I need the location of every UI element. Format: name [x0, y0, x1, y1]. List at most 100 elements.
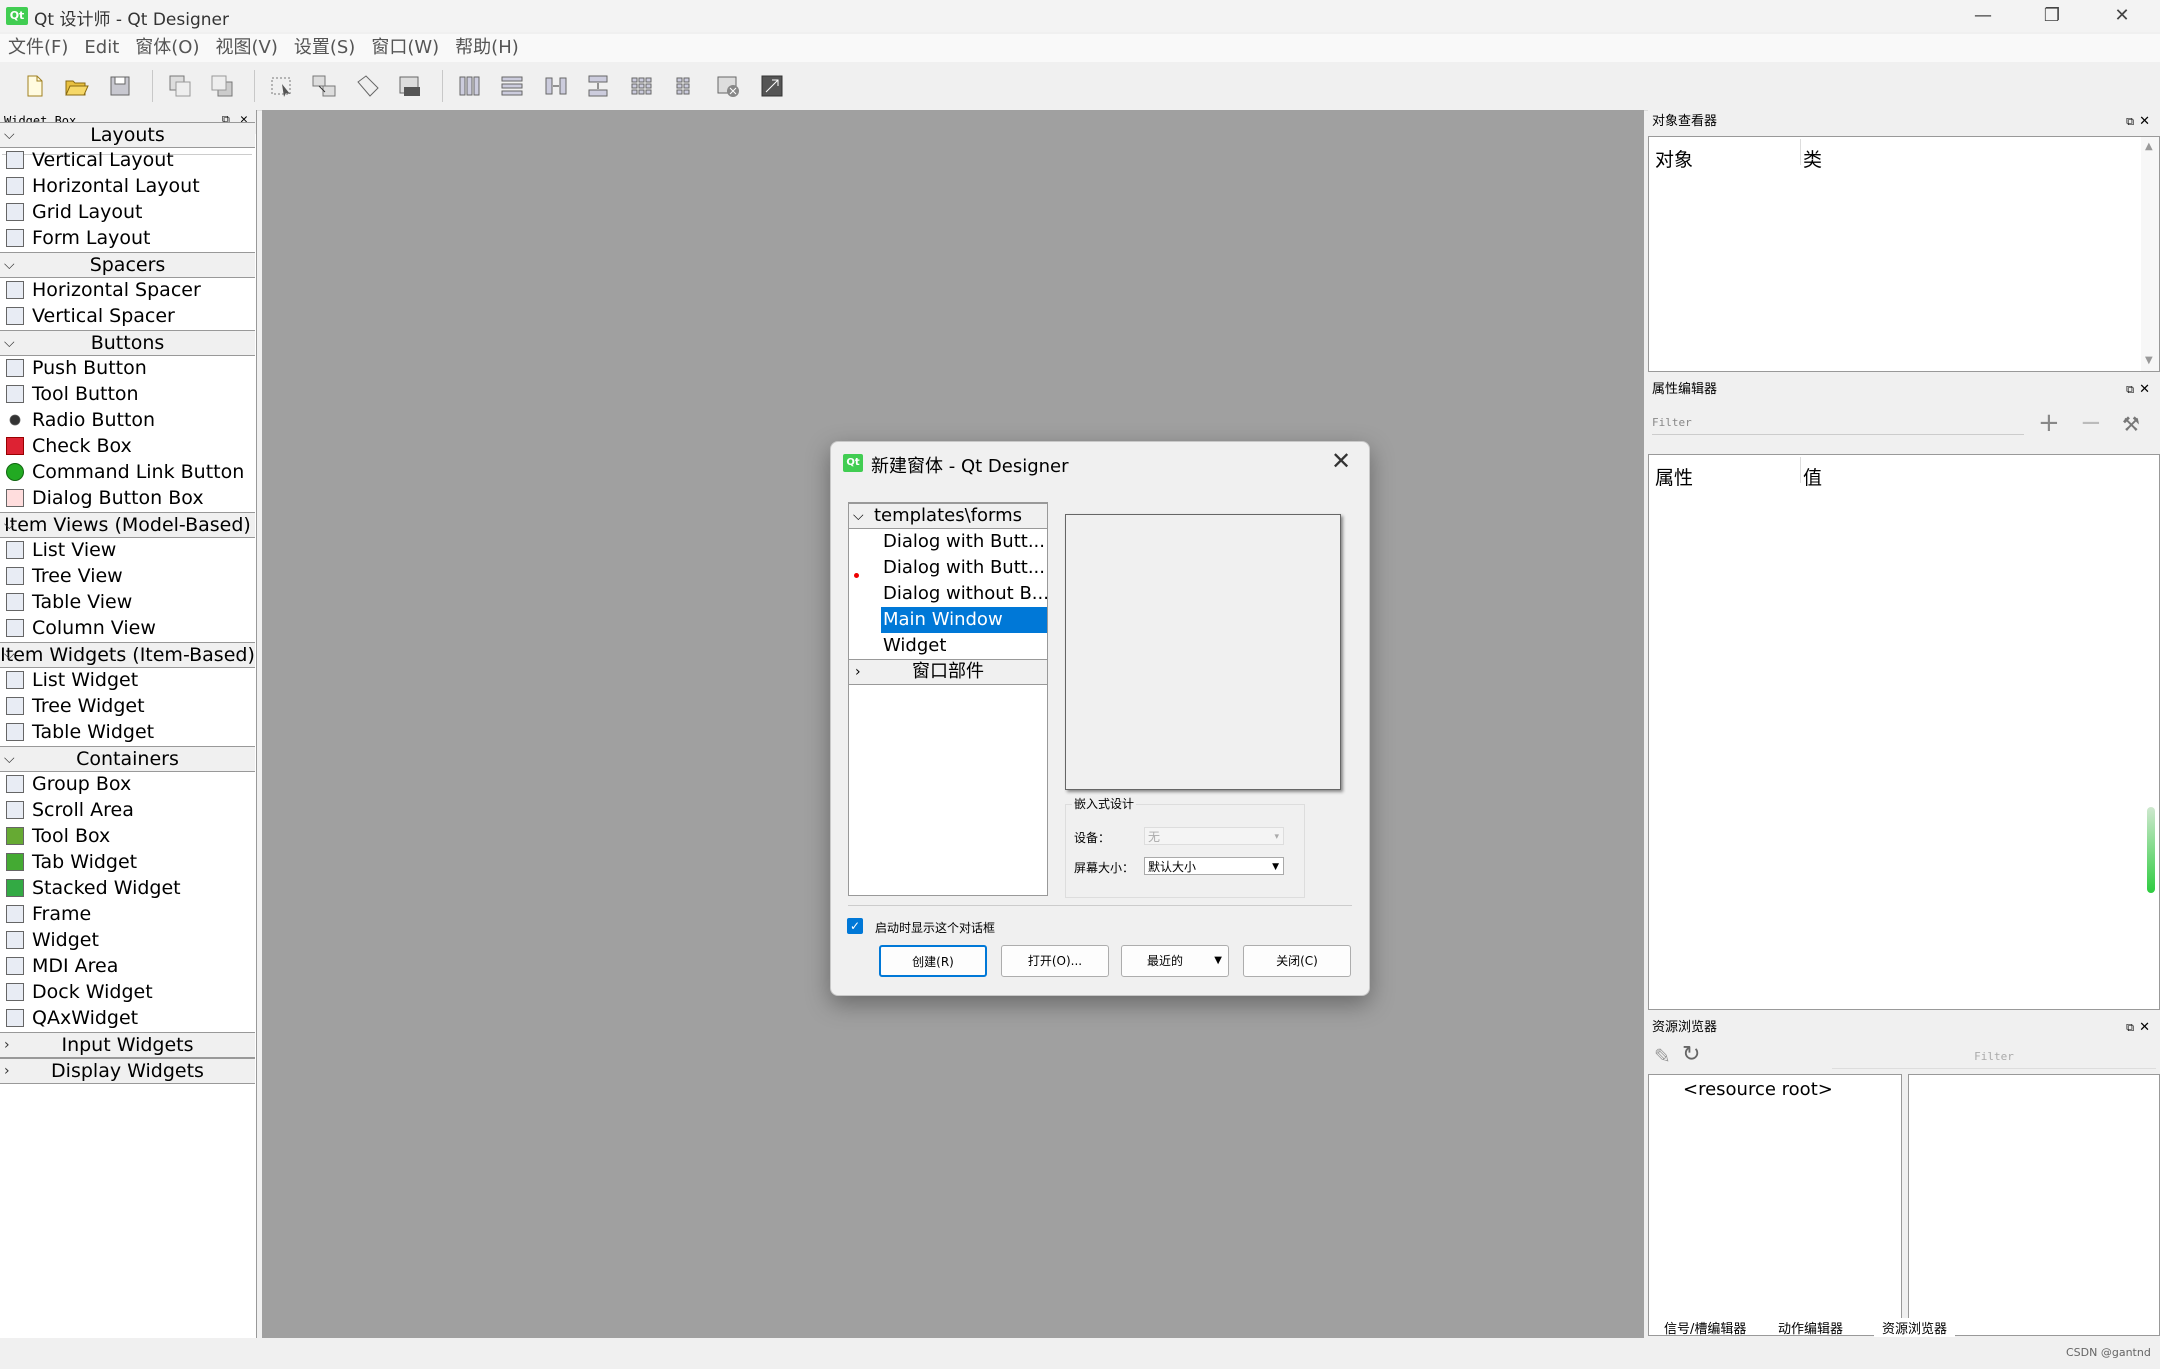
widget-item-form-layout[interactable]: Form Layout: [6, 225, 151, 251]
category-layouts[interactable]: ⌵ Layouts: [0, 122, 255, 148]
widget-item-dialog-button-box[interactable]: Dialog Button Box: [6, 485, 204, 511]
screen-size-combo[interactable]: 默认大小 ▼: [1144, 857, 1284, 875]
chevron-down-icon[interactable]: ⌵: [4, 513, 15, 537]
widget-item-horizontal-layout[interactable]: Horizontal Layout: [6, 173, 200, 199]
widget-item-group-box[interactable]: Group Box: [6, 771, 131, 797]
close-icon[interactable]: ✕: [2139, 378, 2150, 402]
open-file-icon[interactable]: [62, 72, 90, 100]
tab-action-editor[interactable]: 动作编辑器: [1778, 1318, 1843, 1337]
category-spacers[interactable]: ⌵ Spacers: [0, 252, 255, 278]
widget-item-column-view[interactable]: Column View: [6, 615, 156, 641]
widget-item-vertical-layout[interactable]: Vertical Layout: [6, 147, 174, 173]
object-tree[interactable]: 对象 类 ▲ ▼: [1648, 136, 2160, 372]
template-item[interactable]: Widget: [881, 633, 1047, 659]
category-display-widgets[interactable]: › Display Widgets: [0, 1058, 255, 1084]
float-icon[interactable]: ⧉: [2126, 378, 2134, 402]
widget-item-radio-button[interactable]: Radio Button: [6, 407, 155, 433]
widget-item-tree-view[interactable]: Tree View: [6, 563, 123, 589]
device-combo[interactable]: 无 ▾: [1144, 827, 1284, 845]
grid-layout-icon[interactable]: [628, 72, 656, 100]
widget-item-table-widget[interactable]: Table Widget: [6, 719, 154, 745]
vertical-splitter-icon[interactable]: [584, 72, 612, 100]
widget-item-list-view[interactable]: List View: [6, 537, 116, 563]
resource-root[interactable]: <resource root>: [1683, 1079, 1833, 1100]
tree-category-widgets[interactable]: › 窗口部件: [849, 659, 1047, 685]
tree-category-forms[interactable]: ⌵ templates\forms: [849, 503, 1047, 529]
widget-item-dock-widget[interactable]: Dock Widget: [6, 979, 153, 1005]
create-button[interactable]: 创建(R): [879, 945, 987, 977]
category-item-widgets-item-based[interactable]: ⌵ Item Widgets (Item-Based): [0, 642, 255, 668]
widget-item-frame[interactable]: Frame: [6, 901, 91, 927]
chevron-down-icon[interactable]: ⌵: [4, 747, 15, 771]
open-button[interactable]: 打开(O)...: [1001, 945, 1109, 977]
new-file-icon[interactable]: [20, 72, 48, 100]
widget-item-check-box[interactable]: Check Box: [6, 433, 132, 459]
widget-item-scroll-area[interactable]: Scroll Area: [6, 797, 134, 823]
close-window-button[interactable]: ✕: [2089, 0, 2155, 32]
edit-buddies-icon[interactable]: [354, 72, 382, 100]
template-tree[interactable]: ⌵ templates\forms Dialog with Butt... Di…: [848, 502, 1048, 896]
widget-item-list-widget[interactable]: List Widget: [6, 667, 138, 693]
resource-filter-input[interactable]: Filter: [1832, 1050, 2156, 1069]
category-buttons[interactable]: ⌵ Buttons: [0, 330, 255, 356]
scroll-up-icon[interactable]: ▲: [2145, 141, 2153, 152]
property-table[interactable]: 属性 值: [1648, 454, 2160, 1010]
chevron-right-icon[interactable]: ›: [4, 1033, 10, 1057]
add-property-icon[interactable]: +: [2038, 408, 2060, 438]
widget-item-tree-widget[interactable]: Tree Widget: [6, 693, 145, 719]
scroll-down-icon[interactable]: ▼: [2145, 355, 2153, 366]
template-item-selected[interactable]: Main Window: [881, 607, 1047, 633]
tab-signal-slot-editor[interactable]: 信号/槽编辑器: [1664, 1318, 1746, 1337]
category-input-widgets[interactable]: › Input Widgets: [0, 1032, 255, 1058]
widget-item-grid-layout[interactable]: Grid Layout: [6, 199, 143, 225]
template-item[interactable]: Dialog with Butt...: [881, 555, 1047, 581]
widget-item-tab-widget[interactable]: Tab Widget: [6, 849, 137, 875]
form-layout-icon[interactable]: [670, 72, 698, 100]
menu-edit[interactable]: Edit: [76, 34, 127, 62]
chevron-right-icon[interactable]: ›: [855, 660, 861, 684]
chevron-down-icon[interactable]: ⌵: [4, 123, 15, 147]
chevron-down-icon[interactable]: ⌵: [4, 253, 15, 277]
close-icon[interactable]: ✕: [2139, 1016, 2150, 1040]
widget-item-tool-button[interactable]: Tool Button: [6, 381, 139, 407]
widget-item-table-view[interactable]: Table View: [6, 589, 132, 615]
lay-out-vertically-icon[interactable]: [498, 72, 526, 100]
widget-item-vertical-spacer[interactable]: Vertical Spacer: [6, 303, 175, 329]
chevron-down-icon[interactable]: ⌵: [853, 504, 864, 528]
widget-item-stacked-widget[interactable]: Stacked Widget: [6, 875, 181, 901]
chevron-down-icon[interactable]: ⌵: [4, 643, 15, 667]
widget-item-tool-box[interactable]: Tool Box: [6, 823, 110, 849]
menu-window[interactable]: 窗口(W): [363, 34, 447, 62]
property-filter-input[interactable]: Filter: [1652, 416, 2024, 435]
menu-form[interactable]: 窗体(O): [127, 34, 207, 62]
widget-item-command-link-button[interactable]: Command Link Button: [6, 459, 244, 485]
scrollbar[interactable]: ▲ ▼: [2141, 137, 2159, 371]
chevron-right-icon[interactable]: ›: [4, 1059, 10, 1083]
edit-tab-order-icon[interactable]: [396, 72, 424, 100]
tab-resource-browser[interactable]: 资源浏览器: [1874, 1318, 1956, 1337]
widget-item-widget[interactable]: Widget: [6, 927, 99, 953]
reload-icon[interactable]: ↻: [1682, 1042, 1700, 1067]
dialog-close-btn[interactable]: 关闭(C): [1243, 945, 1351, 977]
edit-signals-slots-icon[interactable]: [310, 72, 338, 100]
remove-property-icon[interactable]: −: [2080, 408, 2102, 438]
category-item-views-model-based[interactable]: ⌵ Item Views (Model-Based): [0, 512, 255, 538]
lay-out-horizontally-icon[interactable]: [456, 72, 484, 100]
widget-item-horizontal-spacer[interactable]: Horizontal Spacer: [6, 277, 201, 303]
restore-button[interactable]: ❐: [2019, 0, 2085, 32]
horizontal-splitter-icon[interactable]: [542, 72, 570, 100]
template-item[interactable]: Dialog with Butt...: [881, 529, 1047, 555]
recent-button[interactable]: 最近的 ▼: [1121, 945, 1229, 977]
show-on-startup-checkbox[interactable]: ✓: [847, 918, 863, 934]
bring-to-front-icon[interactable]: [208, 72, 236, 100]
widget-item-push-button[interactable]: Push Button: [6, 355, 147, 381]
widget-item-qaxwidget[interactable]: QAxWidget: [6, 1005, 138, 1031]
menu-view[interactable]: 视图(V): [207, 34, 285, 62]
configure-icon[interactable]: ⚒: [2122, 412, 2140, 436]
adjust-size-icon[interactable]: [758, 72, 786, 100]
float-icon[interactable]: ⧉: [2126, 1016, 2134, 1040]
close-icon[interactable]: ✕: [2139, 110, 2150, 134]
chevron-down-icon[interactable]: ⌵: [4, 331, 15, 355]
scrollbar-thumb[interactable]: [2147, 807, 2155, 893]
save-file-icon[interactable]: [106, 72, 134, 100]
